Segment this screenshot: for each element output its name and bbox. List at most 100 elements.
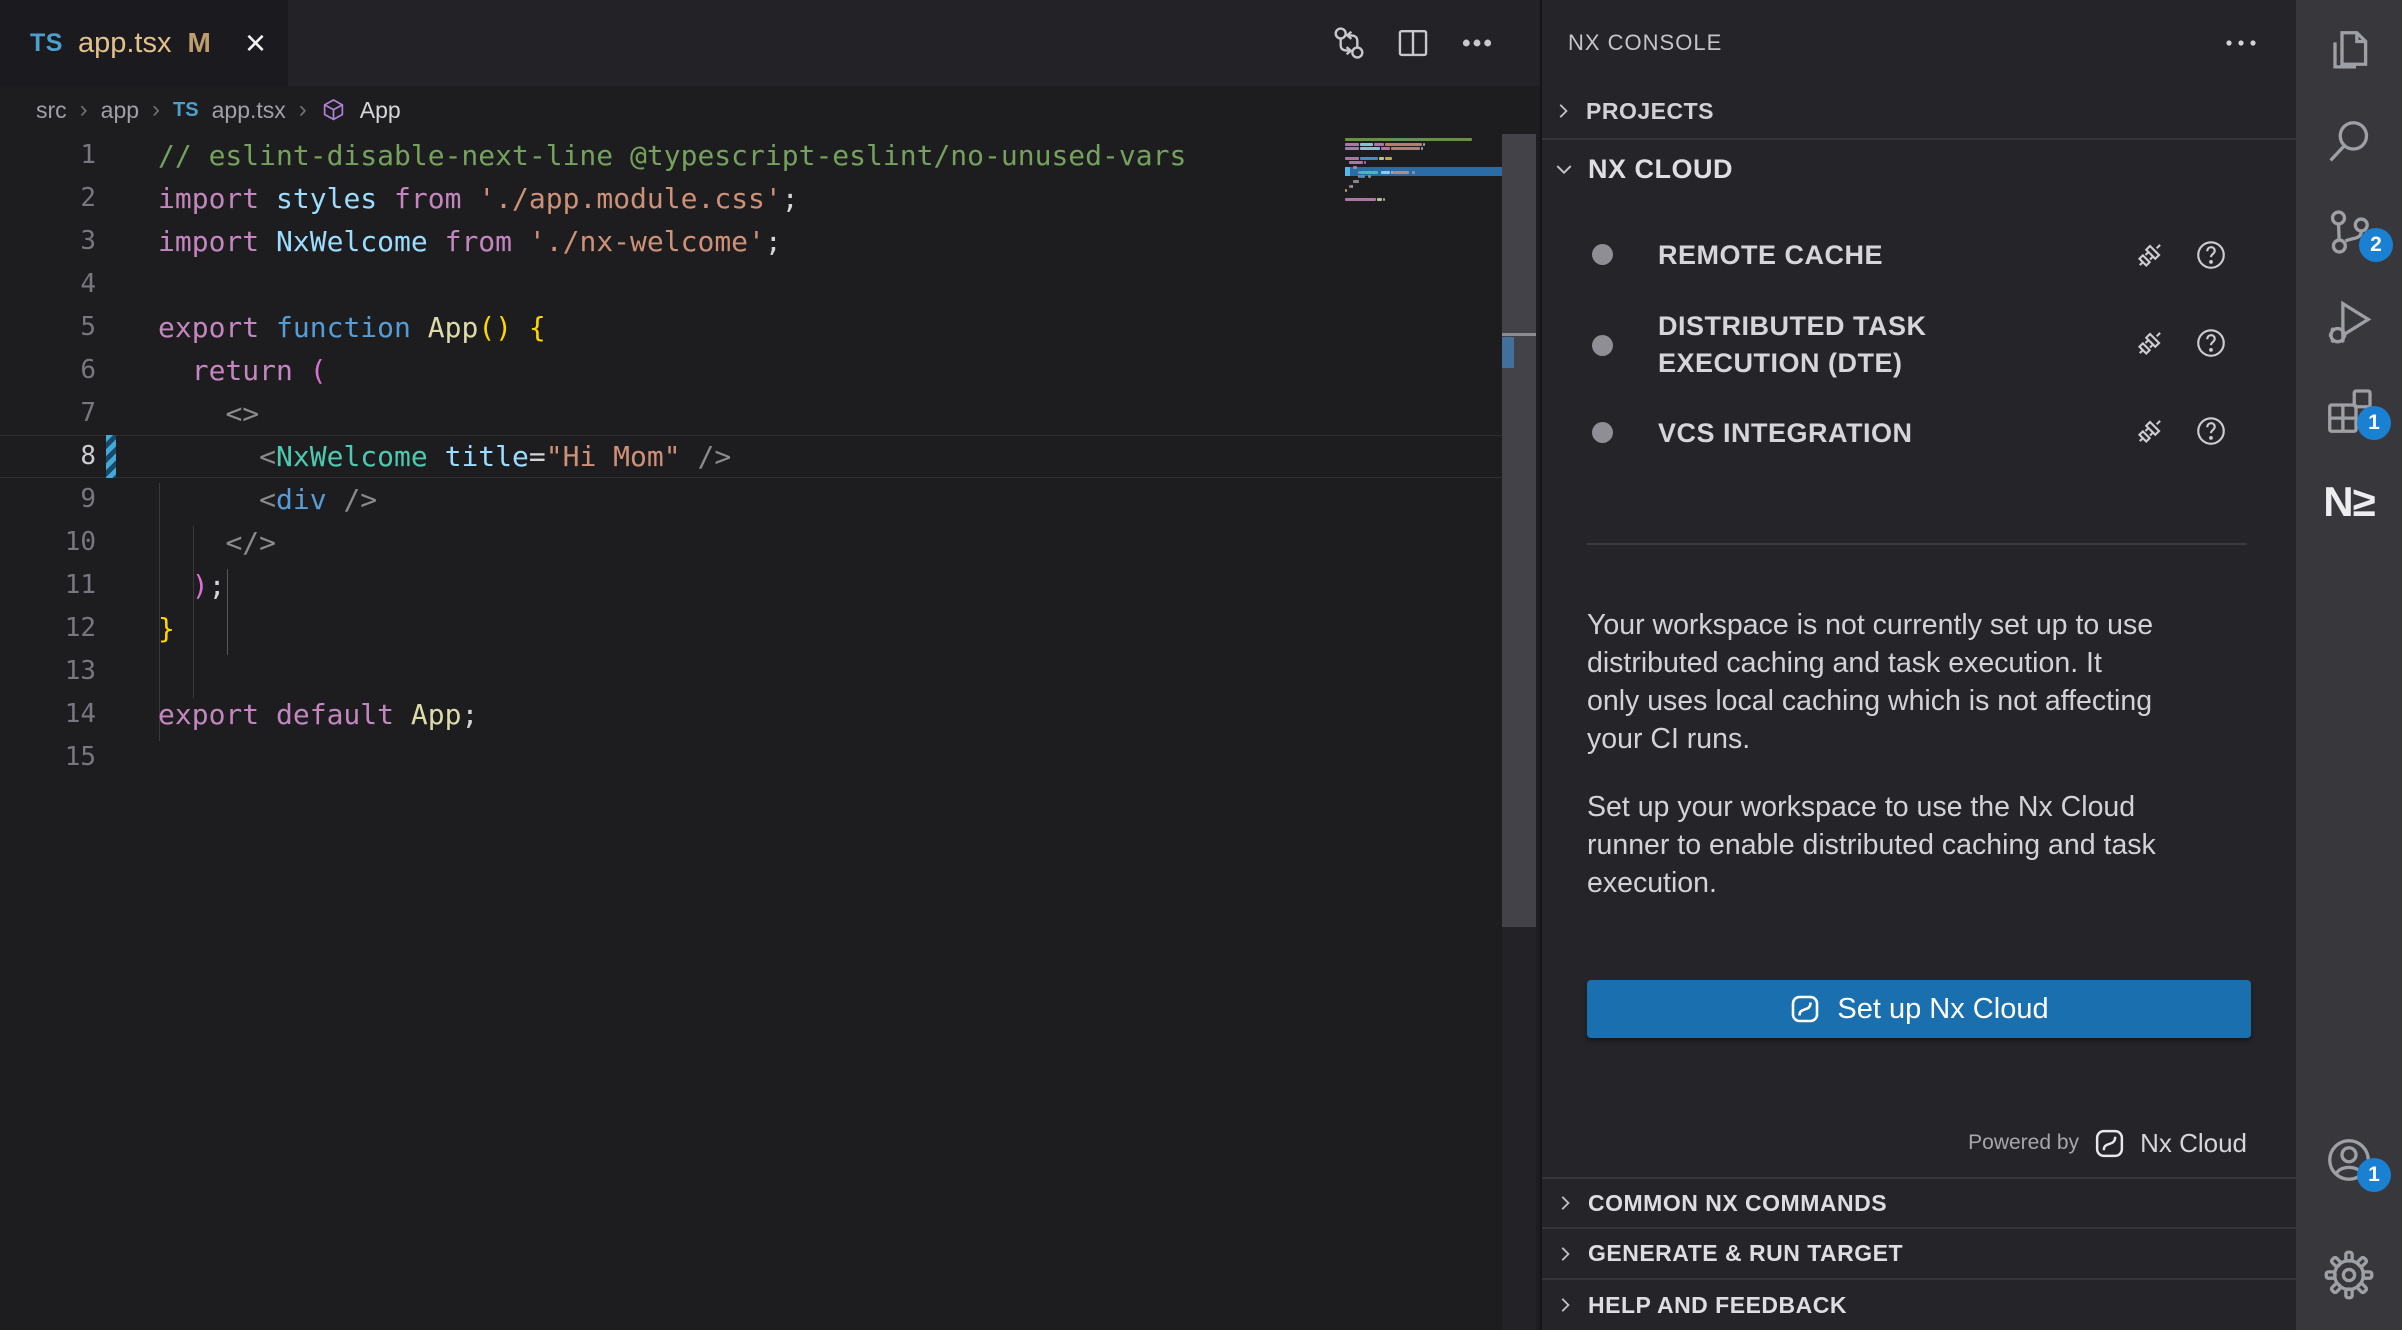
breadcrumb-separator: › <box>299 96 307 124</box>
minimap-line <box>1345 138 1472 141</box>
run-debug-icon[interactable] <box>2321 294 2377 350</box>
line-number: 2 <box>0 177 96 220</box>
code-line: <div /> <box>158 478 1186 521</box>
editor-scrollbar[interactable] <box>1502 134 1536 1330</box>
vscode-window: TS app.tsx M × <box>0 0 2402 1330</box>
minimap-line <box>1360 171 1378 174</box>
source-control-icon[interactable]: 2 <box>2321 204 2377 260</box>
section-label: COMMON NX COMMANDS <box>1588 1190 1887 1217</box>
line-number: 12 <box>0 607 96 650</box>
minimap-line <box>1368 175 1371 178</box>
minimap-line <box>1349 161 1363 164</box>
section-label: PROJECTS <box>1586 98 1714 125</box>
minimap-line <box>1360 147 1380 150</box>
typescript-file-icon: TS <box>173 99 199 122</box>
help-question-icon[interactable] <box>2194 414 2228 448</box>
overview-ruler-modified-marker <box>1502 337 1514 368</box>
section-label: NX CLOUD <box>1588 154 1733 185</box>
chevron-right-icon <box>1554 1294 1576 1316</box>
breadcrumb-file[interactable]: app.tsx <box>212 97 286 124</box>
powered-by-name: Nx Cloud <box>2140 1128 2247 1159</box>
split-editor-icon[interactable] <box>1394 24 1432 62</box>
accounts-icon[interactable]: 1 <box>2321 1132 2377 1188</box>
code-editor[interactable]: 123456789101112131415 // eslint-disable-… <box>0 134 1502 1330</box>
code-line: </> <box>158 521 1186 564</box>
panel-title: NX CONSOLE <box>1568 30 1722 56</box>
connect-plug-icon[interactable] <box>2133 414 2167 448</box>
code-line: import NxWelcome from './nx-welcome'; <box>158 220 1186 263</box>
feature-row-dte: DISTRIBUTED TASK EXECUTION (DTE) <box>1542 302 2298 388</box>
connect-plug-icon[interactable] <box>2133 238 2167 272</box>
powered-by: Powered by Nx Cloud <box>1542 1120 2247 1166</box>
tab-filename: app.tsx <box>78 27 172 60</box>
minimap-line <box>1421 147 1423 150</box>
minimap-line <box>1381 147 1391 150</box>
status-dot-icon <box>1592 335 1613 356</box>
chevron-down-icon <box>1552 157 1576 181</box>
editor-actions <box>1330 0 1496 86</box>
code-line: <NxWelcome title="Hi Mom" /> <box>158 435 1186 478</box>
minimap-line <box>1353 166 1356 169</box>
code-line: export function App() { <box>158 306 1186 349</box>
extensions-badge: 1 <box>2357 406 2391 440</box>
line-number: 9 <box>0 478 96 521</box>
overview-ruler-cursor-marker <box>1502 333 1536 336</box>
panel-more-actions-icon[interactable] <box>2224 30 2258 56</box>
explorer-icon[interactable] <box>2321 24 2377 80</box>
minimap-line <box>1360 143 1374 146</box>
help-question-icon[interactable] <box>2194 238 2228 272</box>
source-control-badge: 2 <box>2359 228 2393 262</box>
open-changes-icon[interactable] <box>1330 24 1368 62</box>
nx-console-icon[interactable]: N≥ <box>2321 474 2377 530</box>
code-line: } <box>158 607 1186 650</box>
nx-logo-glyph: N≥ <box>2321 474 2377 530</box>
line-number: 3 <box>0 220 96 263</box>
breadcrumb-separator: › <box>152 96 160 124</box>
breadcrumb-src[interactable]: src <box>36 97 67 124</box>
code-lines: // eslint-disable-next-line @typescript-… <box>158 134 1186 779</box>
typescript-file-icon: TS <box>30 29 63 58</box>
minimap-line <box>1360 157 1378 160</box>
scrollbar-slider[interactable] <box>1502 134 1536 927</box>
minimap-line <box>1385 157 1392 160</box>
section-help-and-feedback[interactable]: HELP AND FEEDBACK <box>1542 1280 2298 1330</box>
section-generate-run-target[interactable]: GENERATE & RUN TARGET <box>1542 1229 2298 1278</box>
line-number: 11 <box>0 564 96 607</box>
setup-nx-cloud-button[interactable]: Set up Nx Cloud <box>1587 980 2251 1038</box>
line-number: 10 <box>0 521 96 564</box>
more-actions-icon[interactable] <box>1458 24 1496 62</box>
search-icon[interactable] <box>2321 114 2377 170</box>
breadcrumb-app[interactable]: app <box>101 97 139 124</box>
symbol-cube-icon <box>320 97 347 124</box>
minimap-line <box>1391 147 1419 150</box>
close-tab-icon[interactable]: × <box>245 25 266 61</box>
minimap-line <box>1379 157 1384 160</box>
line-number: 14 <box>0 693 96 736</box>
tab-app-tsx[interactable]: TS app.tsx M × <box>0 0 288 86</box>
section-nx-cloud[interactable]: NX CLOUD <box>1542 140 2298 198</box>
tab-bar: TS app.tsx M × <box>0 0 1540 86</box>
settings-gear-icon[interactable] <box>2321 1247 2377 1303</box>
connect-plug-icon[interactable] <box>2133 326 2167 360</box>
minimap-line <box>1393 171 1409 174</box>
minimap-line <box>1353 180 1358 183</box>
code-line: // eslint-disable-next-line @typescript-… <box>158 134 1186 177</box>
powered-by-label: Powered by <box>1968 1131 2079 1155</box>
minimap-line <box>1412 171 1415 174</box>
minimap-line <box>1345 198 1376 201</box>
code-line: <> <box>158 392 1186 435</box>
breadcrumb-symbol[interactable]: App <box>360 97 401 124</box>
setup-button-label: Set up Nx Cloud <box>1837 993 2048 1026</box>
status-dot-icon <box>1592 422 1613 443</box>
section-projects[interactable]: PROJECTS <box>1542 88 2298 134</box>
extensions-icon[interactable]: 1 <box>2321 384 2377 440</box>
minimap[interactable] <box>1345 137 1502 357</box>
breadcrumb-separator: › <box>80 96 88 124</box>
code-line: return ( <box>158 349 1186 392</box>
section-common-nx-commands[interactable]: COMMON NX COMMANDS <box>1542 1179 2298 1227</box>
help-question-icon[interactable] <box>2194 326 2228 360</box>
minimap-modified-marker <box>1345 167 1350 176</box>
code-line <box>158 650 1186 693</box>
chevron-right-icon <box>1554 1192 1576 1214</box>
git-modified-gutter-marker <box>106 435 116 478</box>
